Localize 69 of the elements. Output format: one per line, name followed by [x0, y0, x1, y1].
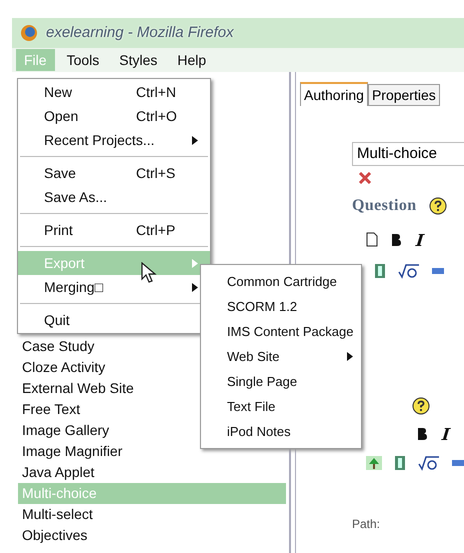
idevice-item[interactable]: Multi-select — [18, 504, 97, 525]
menu-item-label: New — [44, 82, 72, 102]
bold-icon[interactable] — [416, 427, 428, 441]
menu-item[interactable]: Help — [169, 49, 214, 71]
idevice-item[interactable]: Free Text — [18, 399, 84, 420]
submenu-arrow-icon — [192, 258, 198, 268]
submenu-arrow-icon — [192, 282, 198, 292]
menu-item[interactable]: SCORM 1.2 — [201, 294, 362, 319]
menu-item[interactable]: Print Ctrl+P — [18, 218, 210, 242]
menu-item-label: SCORM 1.2 — [227, 298, 298, 316]
tab[interactable]: Authoring — [300, 82, 368, 106]
window-title: exelearning - Mozilla Firefox — [46, 22, 234, 43]
menu-item[interactable]: Recent Projects... — [18, 128, 210, 152]
italic-icon[interactable] — [414, 232, 426, 246]
menu-item-label: Text File — [227, 398, 276, 416]
submenu-arrow-icon — [192, 136, 198, 144]
idevice-item[interactable]: External Web Site — [18, 378, 138, 399]
menu-item-label: Recent Projects... — [44, 130, 154, 150]
shortcut-label: Ctrl+O — [136, 106, 178, 126]
menu-item-label: Single Page — [227, 372, 298, 391]
idevice-item[interactable]: Cloze Activity — [18, 357, 110, 378]
menu-item[interactable]: Styles — [111, 49, 166, 71]
menu-item[interactable]: Single Page — [201, 369, 362, 394]
menu-item[interactable]: iPod Notes — [201, 419, 362, 444]
menu-item[interactable]: Web Site — [201, 344, 362, 369]
menu-item-label: Merging□ — [44, 278, 104, 297]
shortcut-label: Ctrl+N — [136, 82, 178, 102]
menu-item[interactable]: Save As... — [18, 185, 210, 209]
page-icon[interactable] — [366, 232, 378, 247]
film-icon[interactable] — [394, 455, 406, 471]
menu-item[interactable]: New Ctrl+N — [18, 80, 210, 104]
image-icon[interactable] — [366, 456, 382, 470]
idevice-item[interactable]: Case Study — [18, 336, 98, 357]
idevice-item[interactable]: Image Magnifier — [18, 441, 126, 462]
help-icon[interactable] — [412, 397, 430, 415]
idevice-item[interactable]: Image Gallery — [18, 420, 114, 441]
globe-icon — [20, 24, 38, 42]
menu-item-label: Save — [44, 164, 76, 182]
film-icon[interactable] — [374, 263, 386, 279]
menu-item-label: Web Site — [227, 348, 280, 366]
submenu-arrow-icon — [347, 352, 354, 361]
question-label: Question — [352, 196, 417, 216]
menu-item-label: Print — [44, 220, 73, 240]
shortcut-label: Ctrl+S — [136, 164, 176, 182]
delete-icon[interactable] — [358, 172, 372, 184]
pointer-icon — [141, 262, 157, 284]
menu-item-label: Common Cartridge — [227, 272, 337, 291]
menu-item-label: Open — [44, 106, 78, 126]
menu-item-label: Save As... — [44, 188, 108, 206]
menu-item[interactable]: IMS Content Package — [201, 319, 362, 344]
formula-icon[interactable] — [398, 263, 420, 279]
formula-icon[interactable] — [418, 455, 440, 471]
menu-item-label: iPod Notes — [227, 422, 291, 441]
menu-item[interactable]: Text File — [201, 394, 362, 419]
menu-item[interactable]: Save Ctrl+S — [18, 161, 210, 185]
menu-item[interactable]: Tools — [58, 49, 108, 71]
menu-item-label: IMS Content Package — [227, 322, 354, 341]
path-label: Path: — [352, 516, 382, 533]
idevice-item[interactable]: Objectives — [18, 525, 92, 546]
tab[interactable]: Properties — [368, 84, 440, 106]
menu-item[interactable]: Open Ctrl+O — [18, 104, 210, 128]
help-icon[interactable] — [428, 197, 447, 215]
italic-icon[interactable] — [440, 427, 452, 441]
shortcut-label: Ctrl+P — [136, 220, 176, 240]
menu-item-label: Quit — [44, 310, 70, 330]
bold-icon[interactable] — [390, 232, 402, 246]
idevice-item[interactable]: Java Applet — [18, 462, 98, 483]
title-field[interactable]: Multi-choice — [352, 142, 464, 166]
menu-item-label: Export — [44, 254, 84, 273]
